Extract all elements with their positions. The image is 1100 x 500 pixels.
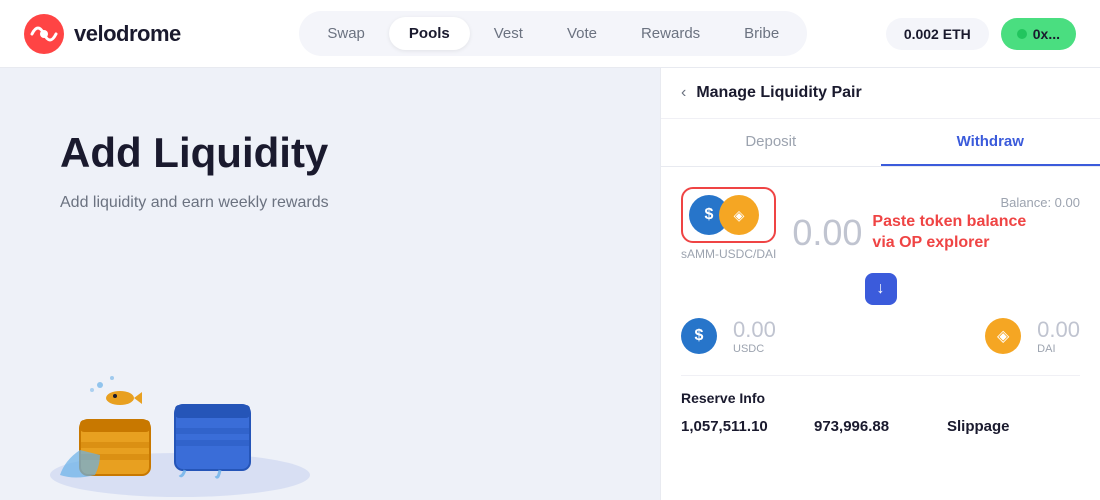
logo: velodrome: [24, 14, 181, 54]
token-amount-area: Balance: 0.00 0.00 Paste token balance v…: [792, 195, 1080, 254]
left-panel: Add Liquidity Add liquidity and earn wee…: [0, 68, 660, 500]
header: velodrome Swap Pools Vest Vote Rewards B…: [0, 0, 1100, 68]
dai-icon-symbol: ◈: [997, 326, 1009, 346]
wallet-status-dot: [1017, 29, 1027, 39]
eth-balance-button[interactable]: 0.002 ETH: [886, 18, 989, 50]
token-pair-icon: $ ◈: [681, 187, 776, 243]
nav-item-vote[interactable]: Vote: [547, 17, 617, 50]
illustration: [20, 290, 360, 500]
back-arrow-icon[interactable]: ‹: [681, 84, 686, 102]
reserve-col-1: 1,057,511.10: [681, 418, 814, 437]
panel-header: ‹ Manage Liquidity Pair: [661, 68, 1100, 119]
reserve-title: Reserve Info: [681, 390, 1080, 406]
reserve-val-3: Slippage: [947, 418, 1080, 435]
reserve-col-2: 973,996.88: [814, 418, 947, 437]
header-right: 0.002 ETH 0x...: [886, 18, 1076, 50]
usdc-label: USDC: [733, 343, 776, 355]
page-title: Add Liquidity: [60, 128, 600, 178]
tokens-row: $ 0.00 USDC ◈ 0.00 DAI: [681, 317, 1080, 355]
main-content: Add Liquidity Add liquidity and earn wee…: [0, 68, 1100, 500]
tab-withdraw[interactable]: Withdraw: [881, 119, 1100, 166]
wallet-address: 0x...: [1033, 26, 1060, 42]
arrow-down-button[interactable]: ↓: [865, 273, 897, 305]
right-panel: ‹ Manage Liquidity Pair Deposit Withdraw…: [660, 68, 1100, 500]
nav-item-bribe[interactable]: Bribe: [724, 17, 799, 50]
dai-token-icon: ◈: [985, 318, 1021, 354]
dai-symbol: ◈: [734, 207, 745, 224]
dai-coin-icon: ◈: [719, 195, 759, 235]
token-item-usdc: $: [681, 318, 717, 354]
reserve-val-1: 1,057,511.10: [681, 418, 814, 435]
token-pair-label: sAMM-USDC/DAI: [681, 247, 776, 261]
nav-item-swap[interactable]: Swap: [307, 17, 385, 50]
token-pair-row: $ ◈ sAMM-USDC/DAI Balance: 0.00 0.00 Pas…: [681, 187, 1080, 261]
reserve-row: 1,057,511.10 973,996.88 Slippage: [681, 418, 1080, 437]
tab-deposit[interactable]: Deposit: [661, 119, 881, 166]
reserve-val-2: 973,996.88: [814, 418, 947, 435]
amount-display: 0.00: [792, 212, 862, 254]
paste-hint: Paste token balance via OP explorer: [872, 212, 1032, 254]
logo-text: velodrome: [74, 21, 181, 47]
usdc-token-icon: $: [681, 318, 717, 354]
left-content: Add Liquidity Add liquidity and earn wee…: [60, 128, 600, 212]
balance-label: Balance: 0.00: [792, 195, 1080, 210]
page-subtitle: Add liquidity and earn weekly rewards: [60, 194, 600, 212]
reserve-col-3: Slippage: [947, 418, 1080, 437]
dai-label: DAI: [1037, 343, 1080, 355]
logo-icon: [24, 14, 64, 54]
token-item-dai: ◈: [985, 318, 1021, 354]
dai-amount-display: 0.00 DAI: [1037, 317, 1080, 355]
wallet-button[interactable]: 0x...: [1001, 18, 1076, 50]
nav-item-pools[interactable]: Pools: [389, 17, 470, 50]
nav-item-rewards[interactable]: Rewards: [621, 17, 720, 50]
tabs: Deposit Withdraw: [661, 119, 1100, 167]
nav-item-vest[interactable]: Vest: [474, 17, 543, 50]
panel-title: Manage Liquidity Pair: [696, 84, 861, 102]
divider-row: ↓: [681, 273, 1080, 305]
nav-pill: Swap Pools Vest Vote Rewards Bribe: [299, 11, 807, 56]
panel-body: $ ◈ sAMM-USDC/DAI Balance: 0.00 0.00 Pas…: [661, 167, 1100, 500]
usdc-amount-display: 0.00 USDC: [733, 317, 776, 355]
usdc-symbol: $: [705, 206, 714, 224]
main-nav: Swap Pools Vest Vote Rewards Bribe: [221, 11, 886, 56]
arrow-down-icon: ↓: [877, 280, 885, 298]
reserve-section: Reserve Info 1,057,511.10 973,996.88 Sli…: [681, 375, 1080, 437]
usdc-icon-symbol: $: [695, 327, 704, 345]
